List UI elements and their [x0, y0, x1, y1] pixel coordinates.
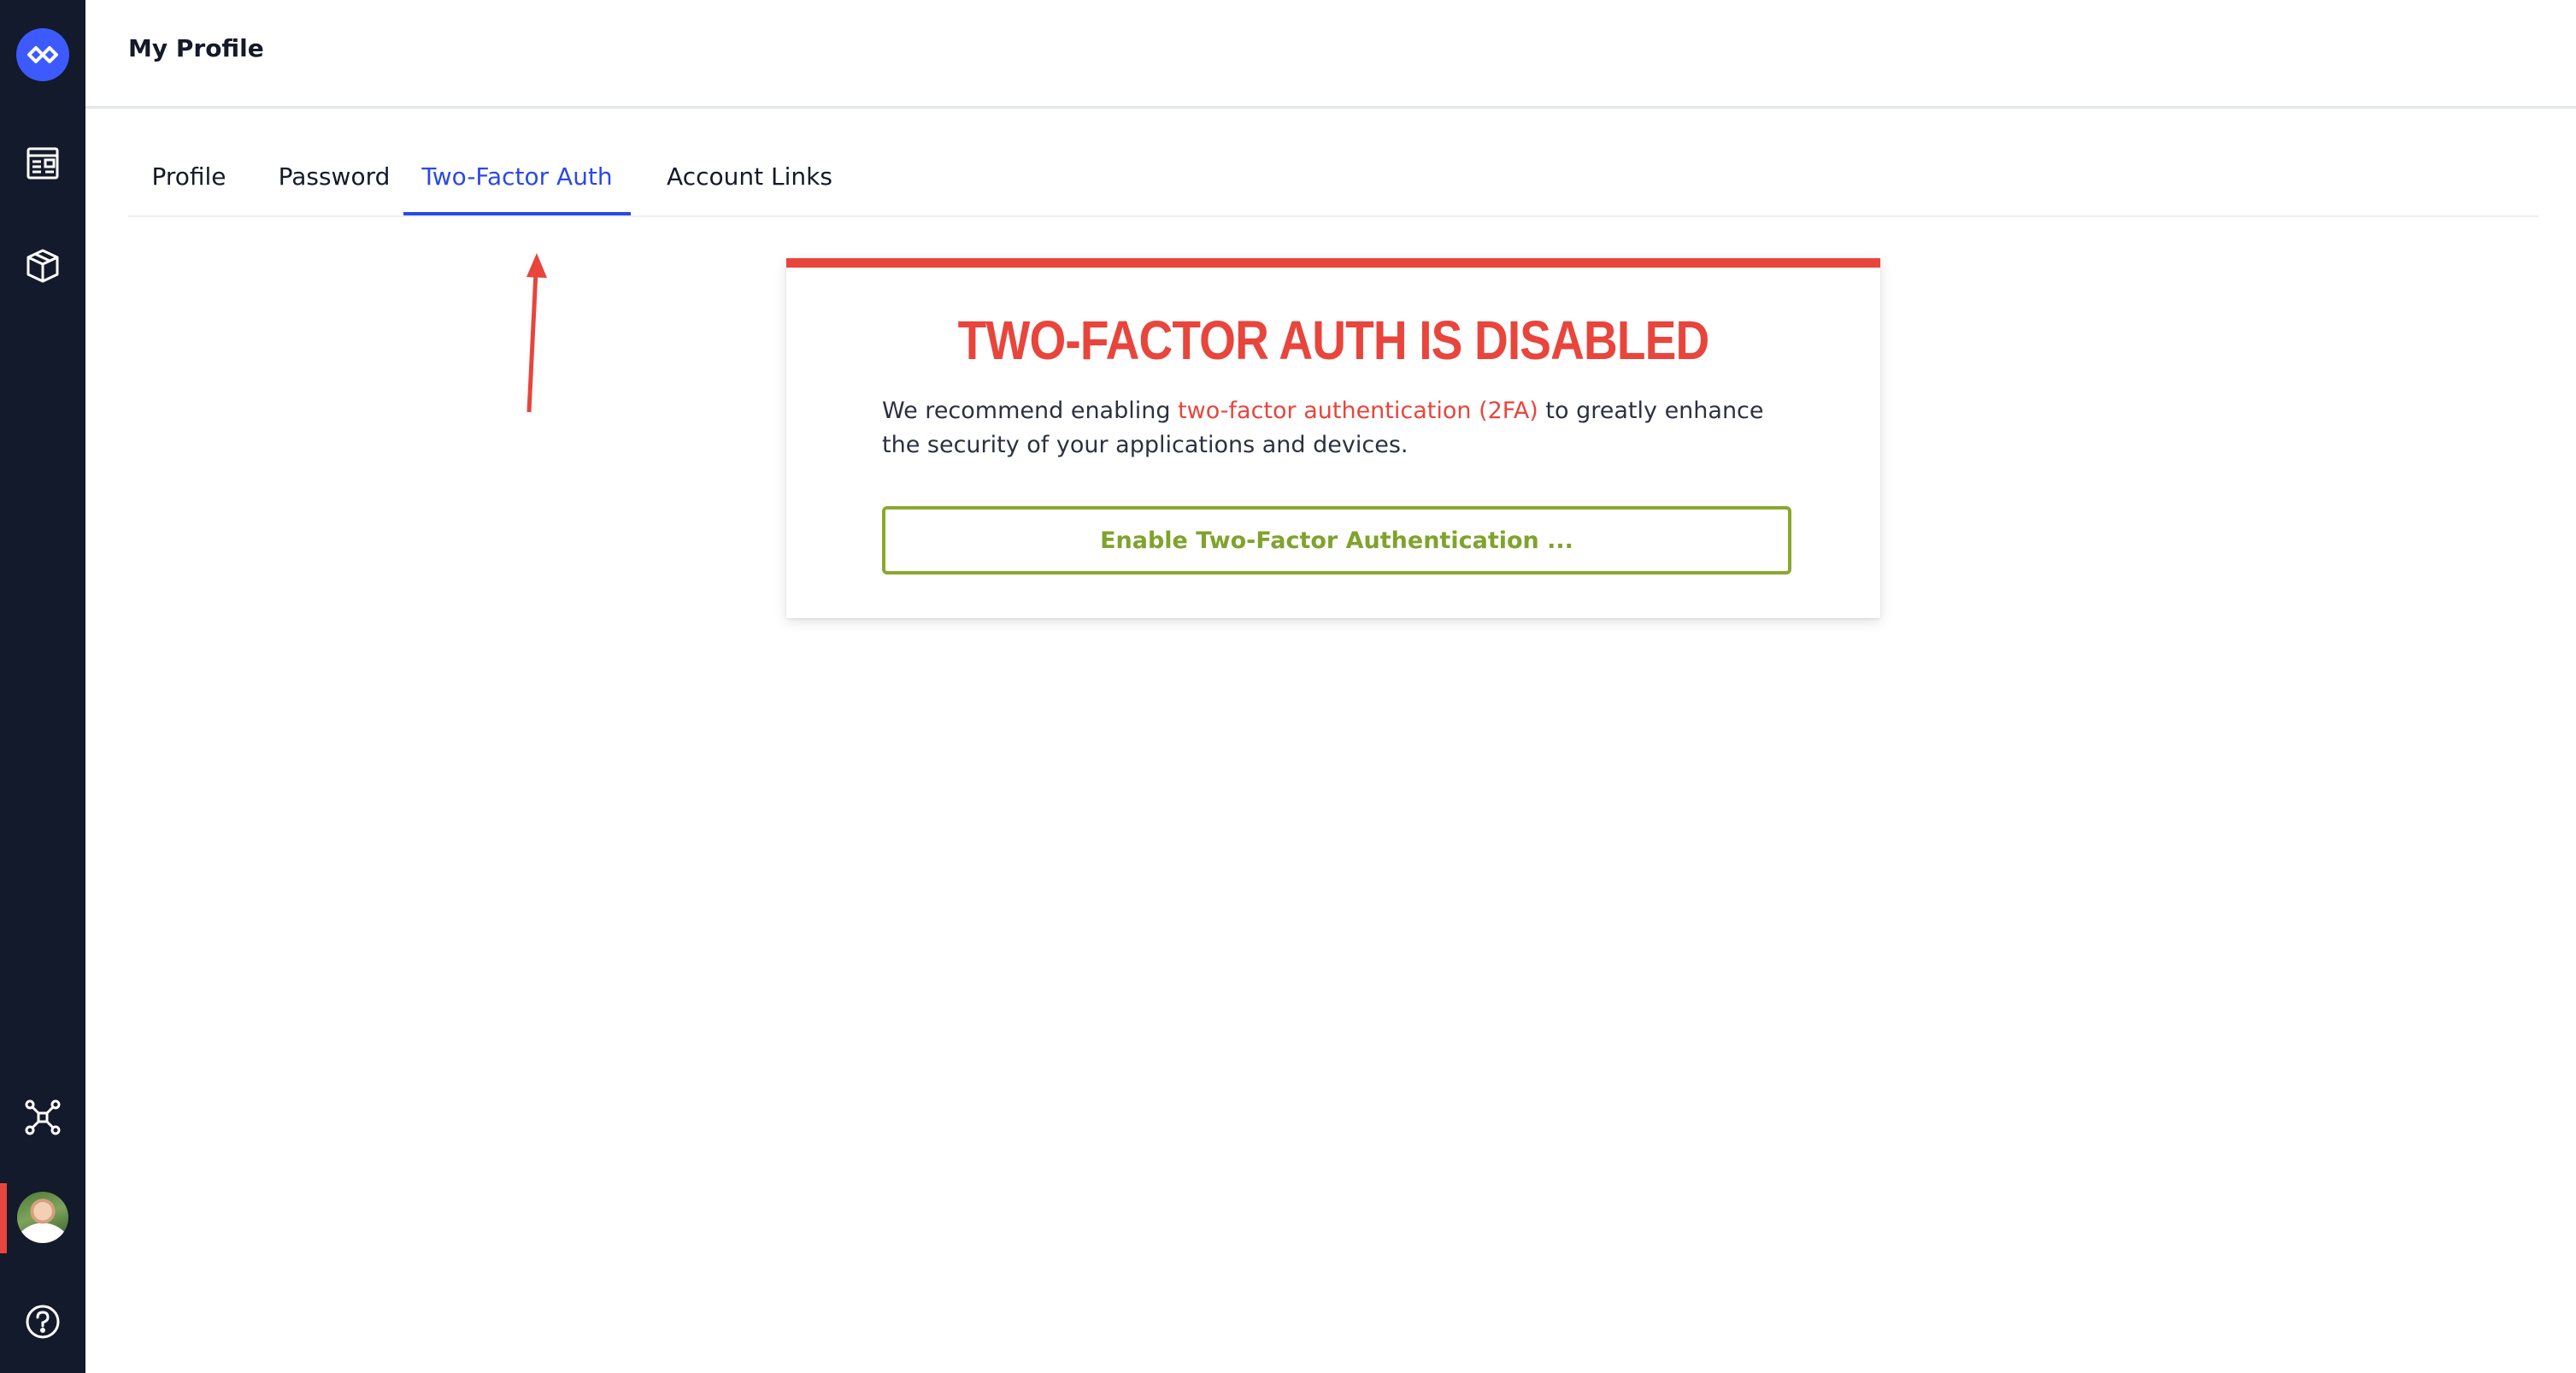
- logo-icon[interactable]: [16, 28, 69, 81]
- network-icon[interactable]: [24, 1099, 62, 1136]
- tab-bar: Profile Password Two-Factor Auth Account…: [128, 147, 2538, 217]
- tab-profile[interactable]: Profile: [128, 147, 250, 215]
- card-description: We recommend enabling two-factor authent…: [882, 394, 1788, 463]
- two-factor-status-card: TWO-FACTOR AUTH IS DISABLED We recommend…: [786, 258, 1880, 618]
- tab-password[interactable]: Password: [265, 147, 403, 215]
- help-icon[interactable]: [24, 1303, 62, 1341]
- page-title: My Profile: [128, 34, 264, 62]
- active-indicator: [0, 1183, 7, 1253]
- description-text-start: We recommend enabling: [882, 398, 1179, 424]
- annotation-arrow-icon: [526, 253, 547, 413]
- sidebar: [0, 0, 85, 1373]
- avatar[interactable]: [17, 1192, 68, 1243]
- two-factor-info-link[interactable]: two-factor authentication (2FA): [1178, 398, 1538, 424]
- header: My Profile: [85, 0, 2576, 109]
- tab-account-links[interactable]: Account Links: [641, 147, 858, 215]
- dashboard-icon[interactable]: [24, 144, 62, 182]
- tab-two-factor-auth[interactable]: Two-Factor Auth: [403, 147, 631, 215]
- package-icon[interactable]: [24, 247, 62, 285]
- card-title: TWO-FACTOR AUTH IS DISABLED: [957, 309, 1710, 371]
- enable-two-factor-button[interactable]: Enable Two-Factor Authentication ...: [882, 506, 1791, 575]
